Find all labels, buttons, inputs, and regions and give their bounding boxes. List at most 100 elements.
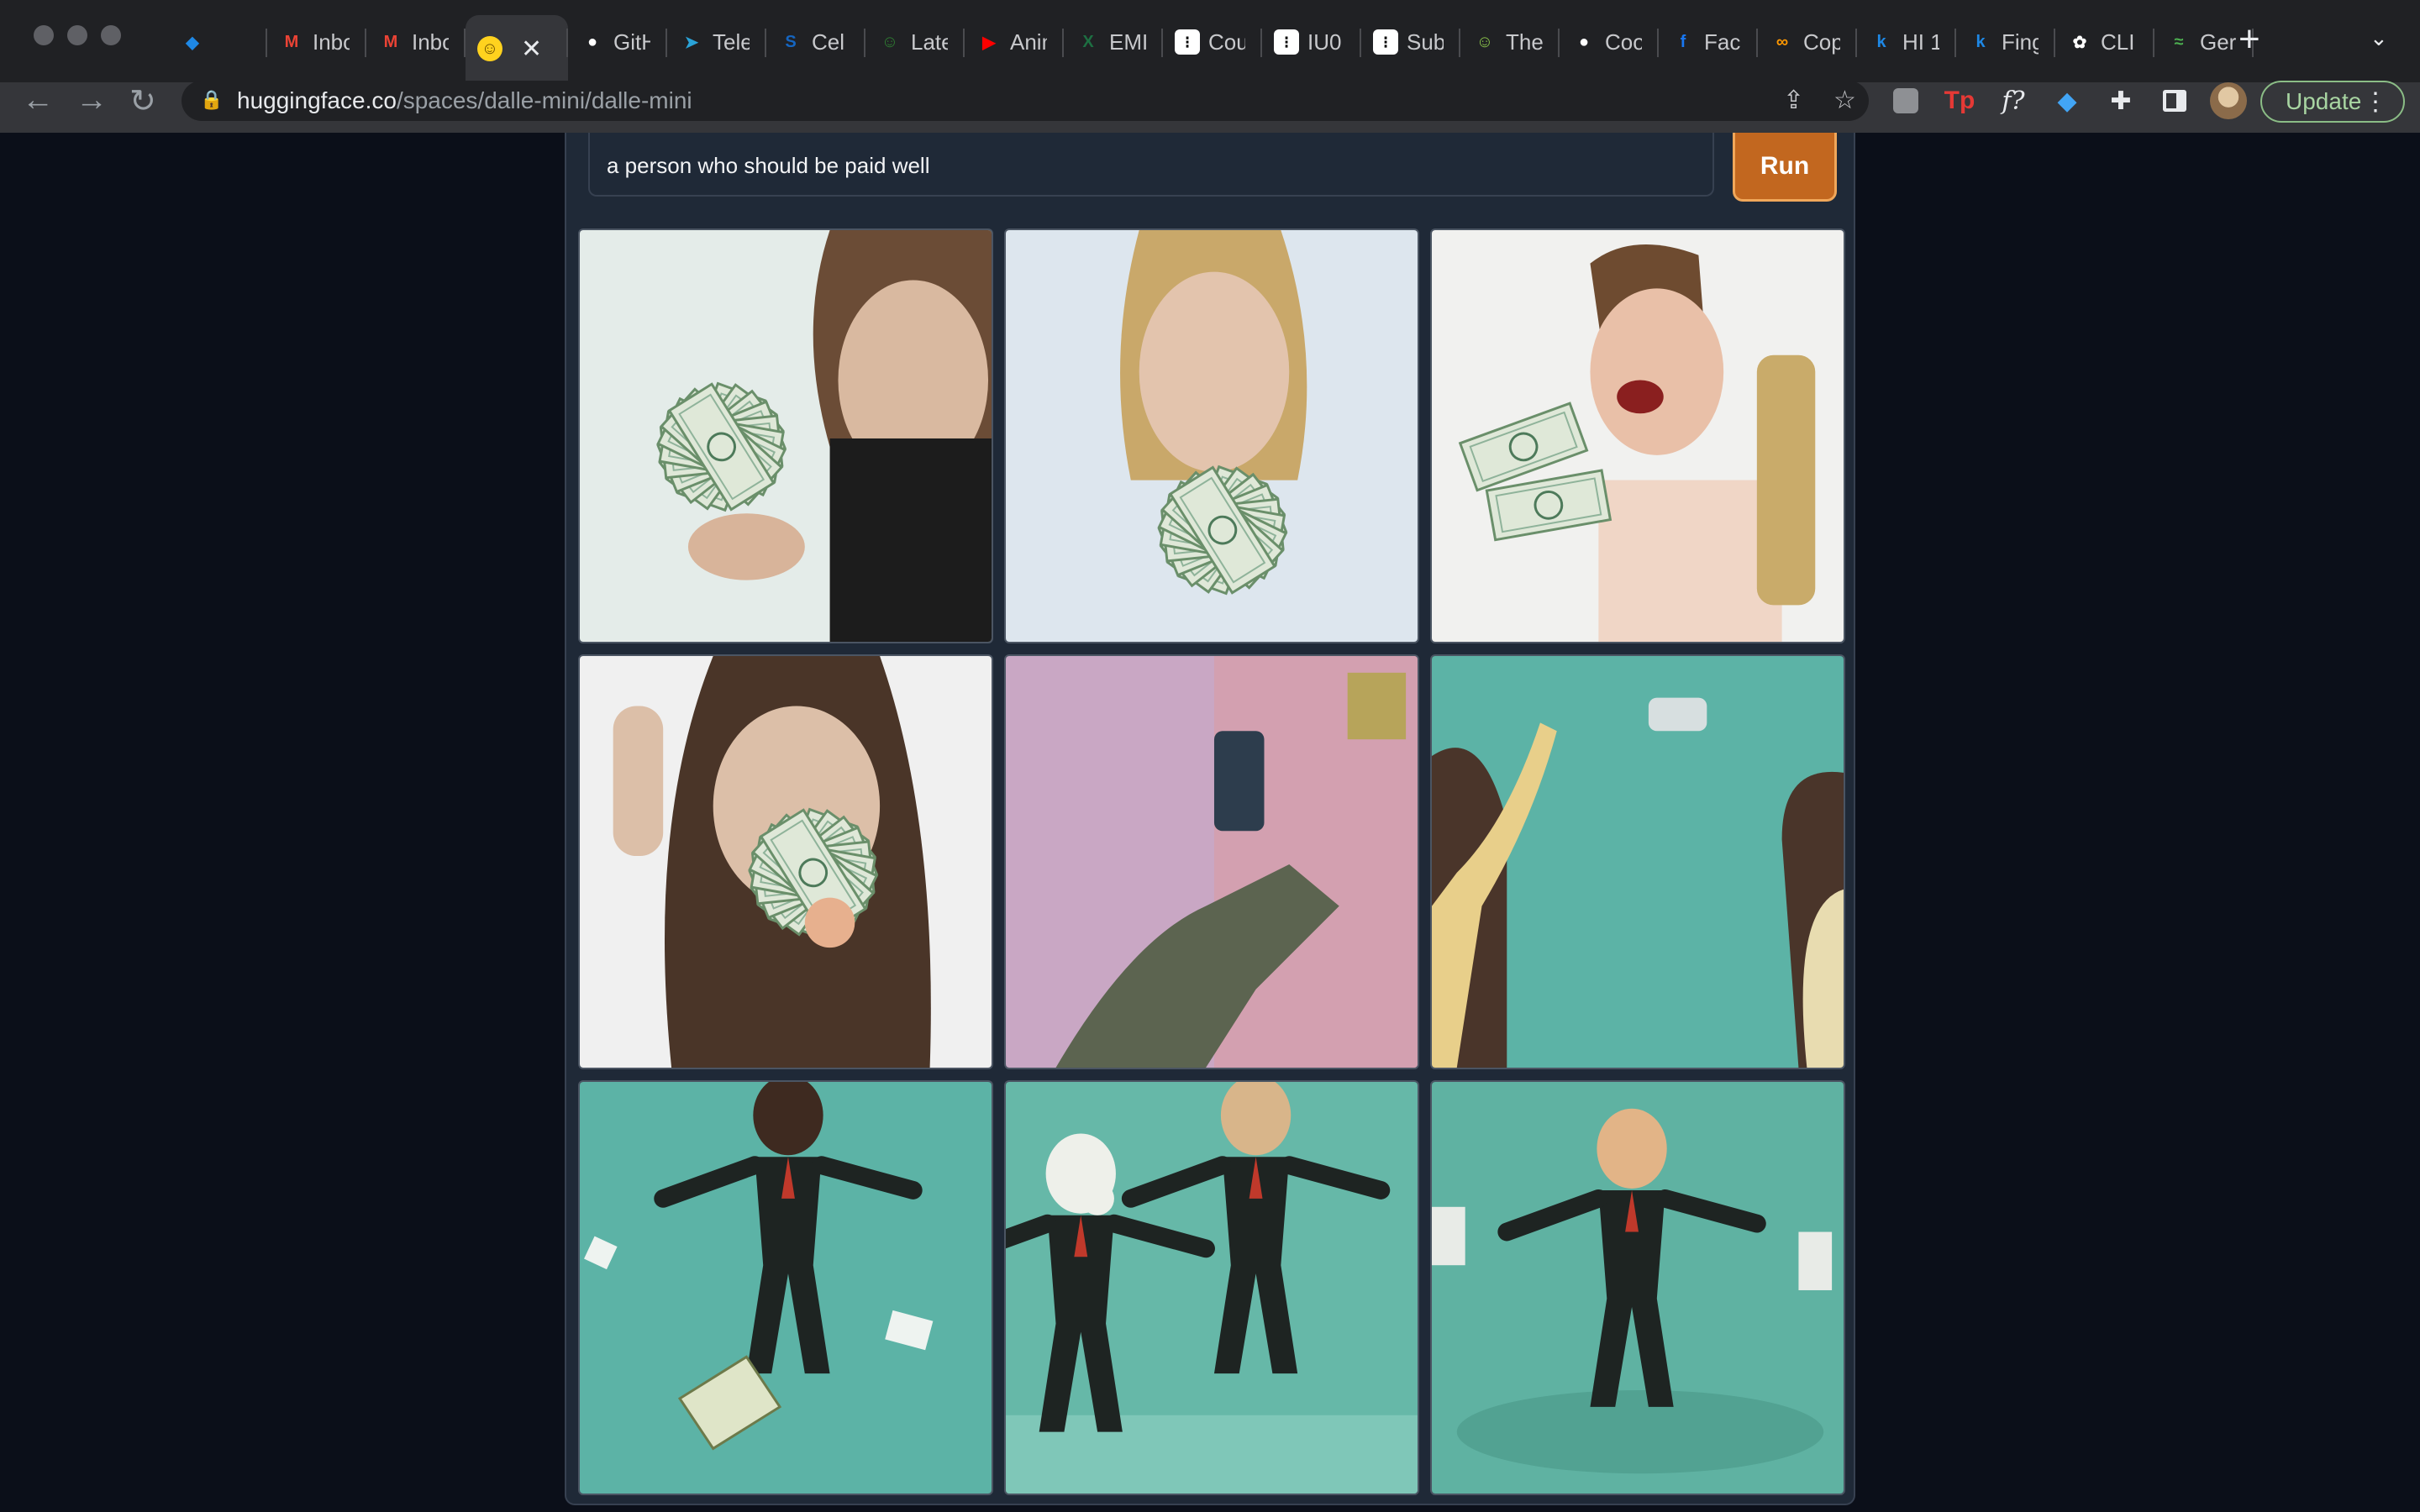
new-tab-button[interactable]: + (2238, 18, 2260, 60)
prompt-value: a person who should be paid well (607, 153, 930, 178)
generated-image-8[interactable] (1004, 1080, 1419, 1495)
latex-icon: ☺ (881, 32, 899, 51)
browser-tab[interactable]: ⁝ Cou (1163, 20, 1262, 64)
tab-strip: ◆MInboxMInbox☺✕●GitHub➤TelegramSCel☺Late… (0, 0, 2420, 82)
page-content: a person who should be paid well Run (0, 133, 2420, 1512)
update-label: Update (2286, 88, 2362, 114)
browser-tab[interactable]: ⁝ Sub (1361, 20, 1460, 64)
browser-chrome: ◆MInboxMInbox☺✕●GitHub➤TelegramSCel☺Late… (0, 0, 2420, 133)
tab-title: Ger (2200, 29, 2237, 55)
generated-image-4[interactable] (578, 654, 993, 1069)
browser-tab[interactable]: ☺ Latex (865, 20, 965, 64)
tab-title: Cel (812, 29, 845, 55)
browser-tab[interactable]: M Inbox (267, 20, 366, 64)
tab-title: Sub (1407, 29, 1444, 55)
browser-tab[interactable]: k Fing (1956, 20, 2055, 64)
run-button[interactable]: Run (1733, 133, 1837, 202)
generated-image-5[interactable] (1004, 654, 1419, 1069)
browser-tab[interactable]: ◆ (168, 20, 267, 64)
openai-icon: ✿ (2072, 33, 2087, 52)
generated-image-art (1006, 1082, 1418, 1494)
extension-tp-icon[interactable]: Tp (1943, 84, 1976, 118)
back-arrow-icon[interactable]: ← (22, 82, 54, 118)
generated-image-2[interactable] (1004, 228, 1419, 643)
browser-tab[interactable]: ● GitHub (568, 20, 667, 64)
smile-icon: ☺ (1476, 32, 1494, 51)
tab-title: Inbox (412, 29, 449, 55)
prompt-input[interactable]: a person who should be paid well (588, 133, 1714, 197)
k-icon: k (1876, 32, 1886, 51)
tab-title: Cou (1208, 29, 1245, 55)
window-zoom-dot[interactable] (101, 25, 121, 45)
extension-gem-icon[interactable]: ◆ (2050, 84, 2084, 118)
github-icon: ● (587, 32, 598, 51)
tab-title: Inbox (313, 29, 350, 55)
lock-icon[interactable]: 🔒 (200, 89, 224, 113)
window-close-dot[interactable] (34, 25, 54, 45)
browser-tab[interactable]: ∞ Cop (1758, 20, 1857, 64)
generated-image-art (1006, 230, 1418, 642)
tab-title: Cop (1803, 29, 1840, 55)
generated-image-art (1432, 1082, 1844, 1494)
tab-title: HI 1 (1902, 29, 1939, 55)
tab-title: GitHub (613, 29, 650, 55)
browser-tab[interactable]: ⁝ IU0 (1262, 20, 1361, 64)
reload-icon[interactable]: ↻ (129, 82, 156, 120)
generated-image-art (580, 230, 992, 642)
address-bar[interactable]: 🔒 huggingface.co/spaces/dalle-mini/dalle… (182, 81, 1869, 121)
extension-r-icon[interactable] (1889, 84, 1923, 118)
generated-image-art (1006, 656, 1418, 1068)
tab-close-icon[interactable]: ✕ (521, 34, 542, 64)
tab-title: Telegram (713, 29, 750, 55)
browser-tab[interactable]: ● Coo (1560, 20, 1659, 64)
tab-title: Fac (1704, 29, 1741, 55)
infinity-icon: ∞ (1776, 32, 1789, 51)
tab-title: CLI (2101, 29, 2135, 55)
extension-function-icon[interactable]: f? (1996, 84, 2030, 118)
github-icon: ● (1578, 32, 1590, 51)
generated-image-6[interactable] (1430, 654, 1845, 1069)
generated-image-3[interactable] (1430, 228, 1845, 643)
side-panel-icon[interactable] (2158, 84, 2191, 118)
generated-image-7[interactable] (578, 1080, 993, 1495)
gmail-icon: M (284, 32, 299, 51)
tab-title: EMI (1109, 29, 1146, 55)
extensions-puzzle-icon[interactable]: ✚ (2104, 84, 2138, 118)
browser-tab[interactable]: ➤ Telegram (667, 20, 766, 64)
browser-tab[interactable]: S Cel (766, 20, 865, 64)
window-minimize-dot[interactable] (67, 25, 87, 45)
browser-tab[interactable]: ✿ CLI (2055, 20, 2154, 64)
tab-title: Coo (1605, 29, 1642, 55)
dalle-mini-panel: a person who should be paid well Run (565, 133, 1855, 1505)
k-icon: k (1975, 32, 1986, 51)
generated-image-1[interactable] (578, 228, 993, 643)
profile-avatar[interactable] (2210, 82, 2247, 119)
browser-tab[interactable]: f Fac (1659, 20, 1758, 64)
dots-icon: ⁝ (1373, 29, 1398, 55)
youtube-icon: ▶ (982, 33, 996, 52)
tab-title: Fing (2002, 29, 2039, 55)
share-icon[interactable]: ⇪ (1783, 86, 1804, 115)
url-text[interactable]: huggingface.co/spaces/dalle-mini/dalle-m… (237, 87, 692, 114)
more-menu-icon[interactable]: ⋮ (2363, 87, 2388, 117)
huggingface-icon: ☺ (477, 36, 502, 61)
browser-tab[interactable]: M Inbox (366, 20, 466, 64)
generated-image-9[interactable] (1430, 1080, 1845, 1495)
generated-image-art (1432, 230, 1844, 642)
tab-search-chevron-icon[interactable]: ⌄ (2370, 25, 2388, 51)
facebook-icon: f (1680, 32, 1686, 51)
tab-title: Latex (911, 29, 948, 55)
telegram-icon: ➤ (684, 33, 699, 52)
browser-tab[interactable]: X EMI (1064, 20, 1163, 64)
browser-tab[interactable]: ☺ ✕ (466, 15, 568, 82)
browser-tab[interactable]: k HI 1 (1857, 20, 1956, 64)
update-button[interactable]: Update ⋮ (2260, 81, 2405, 123)
browser-tab[interactable]: ▶ Anime (965, 20, 1064, 64)
forward-arrow-icon[interactable]: → (76, 82, 108, 118)
leaf-icon: ≈ (2174, 32, 2184, 51)
url-host: huggingface.co (237, 87, 397, 113)
tab-title: IU0 (1307, 29, 1342, 55)
bookmark-star-icon[interactable]: ☆ (1833, 86, 1856, 115)
url-path: /spaces/dalle-mini/dalle-mini (396, 87, 692, 113)
browser-tab[interactable]: ☺ The (1460, 20, 1560, 64)
